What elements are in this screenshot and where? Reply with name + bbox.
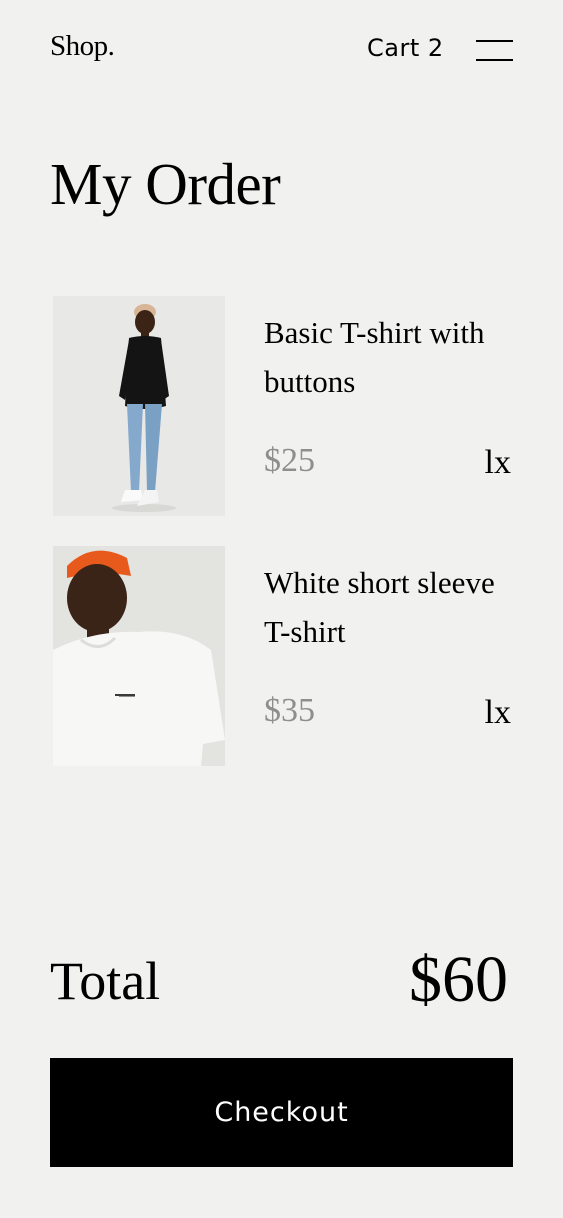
cart-link[interactable]: Cart 2 bbox=[367, 34, 444, 62]
product-photo-black-sweater bbox=[53, 296, 225, 516]
product-name[interactable]: White short sleeve T-shirt bbox=[264, 558, 504, 656]
checkout-button[interactable]: Checkout bbox=[50, 1058, 513, 1167]
product-name[interactable]: Basic T-shirt with buttons bbox=[264, 308, 504, 406]
total-value: $60 bbox=[409, 943, 508, 1016]
product-image[interactable] bbox=[53, 546, 225, 766]
product-price: $35 bbox=[264, 692, 315, 729]
product-image[interactable] bbox=[53, 296, 225, 516]
hamburger-menu-icon[interactable] bbox=[476, 38, 513, 64]
order-item[interactable]: White short sleeve T-shirt $35 lx bbox=[53, 546, 513, 766]
page-title: My Order bbox=[50, 151, 281, 217]
brand-logo[interactable]: Shop. bbox=[50, 30, 115, 63]
menu-line bbox=[476, 59, 513, 61]
product-price: $25 bbox=[264, 442, 315, 479]
menu-line bbox=[476, 40, 513, 42]
product-photo-white-tshirt bbox=[53, 546, 225, 766]
total-label: Total bbox=[50, 951, 161, 1011]
product-quantity[interactable]: lx bbox=[485, 694, 511, 732]
order-item[interactable]: Basic T-shirt with buttons $25 lx bbox=[53, 296, 513, 516]
product-quantity[interactable]: lx bbox=[485, 444, 511, 482]
